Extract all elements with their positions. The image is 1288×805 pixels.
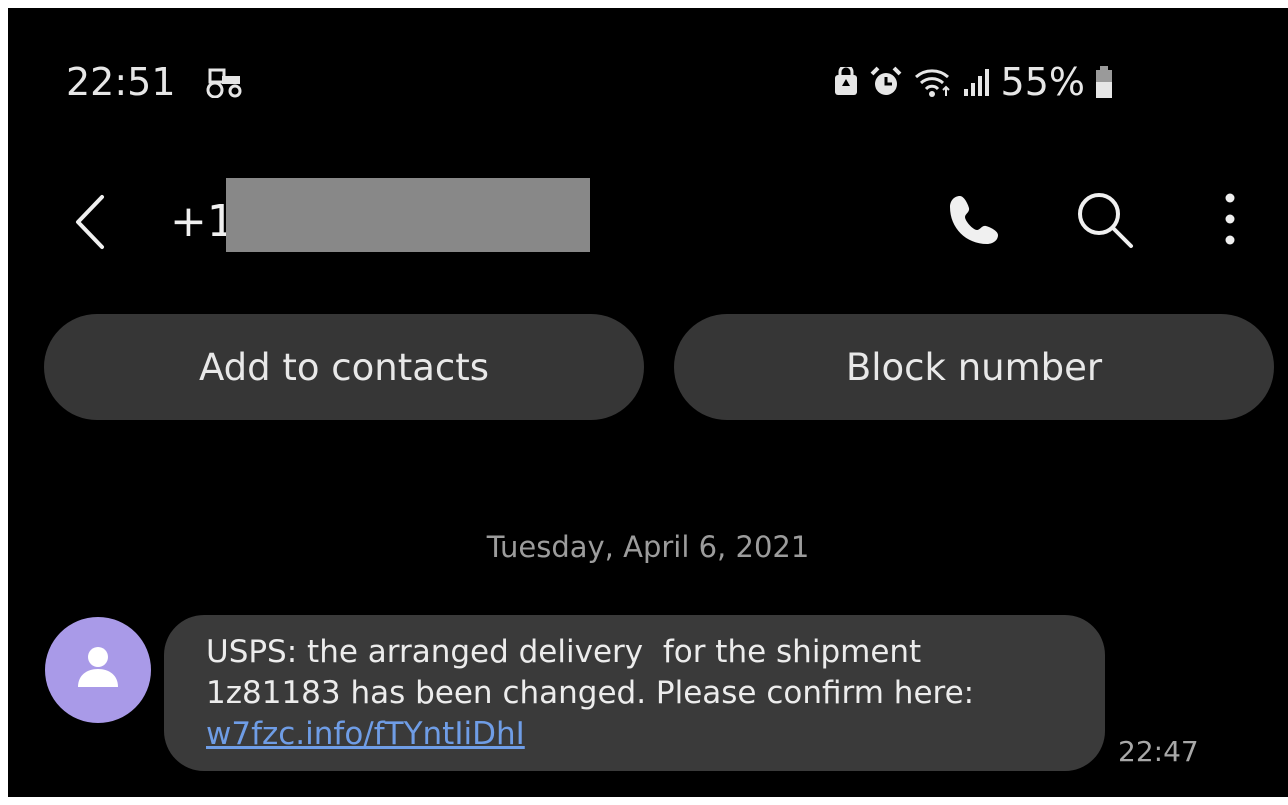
message-timestamp: 22:47 xyxy=(1118,735,1199,768)
message-text-line: USPS: the arranged delivery for the ship… xyxy=(206,634,922,670)
more-icon[interactable] xyxy=(1212,188,1248,252)
message-text-line: 1z81183 has been changed. Please confirm… xyxy=(206,675,975,711)
status-time: 22:51 xyxy=(66,60,176,104)
message-link[interactable]: w7fzc.info/fTYntIiDhI xyxy=(206,716,525,752)
status-icons: 55% xyxy=(833,60,1113,104)
block-number-button[interactable]: Block number xyxy=(674,314,1274,420)
redacted-number xyxy=(226,178,590,252)
phone-icon[interactable] xyxy=(946,192,1002,248)
wifi-icon xyxy=(914,69,950,97)
person-icon xyxy=(78,647,118,687)
recycle-lock-icon xyxy=(834,67,857,95)
avatar[interactable] xyxy=(45,617,151,723)
messages-screen: 22:51 55% +1 Add to contacts Block numbe… xyxy=(8,8,1288,797)
battery-icon xyxy=(1096,66,1112,98)
date-divider: Tuesday, April 6, 2021 xyxy=(486,530,810,564)
tractor-icon xyxy=(206,68,242,98)
add-to-contacts-button[interactable]: Add to contacts xyxy=(44,314,644,420)
message-bubble[interactable]: USPS: the arranged delivery for the ship… xyxy=(164,615,1105,771)
battery-percent: 55% xyxy=(1000,60,1085,104)
search-icon[interactable] xyxy=(1073,188,1137,252)
alarm-icon xyxy=(870,66,901,95)
signal-icon xyxy=(963,69,989,96)
back-icon[interactable] xyxy=(70,191,110,253)
